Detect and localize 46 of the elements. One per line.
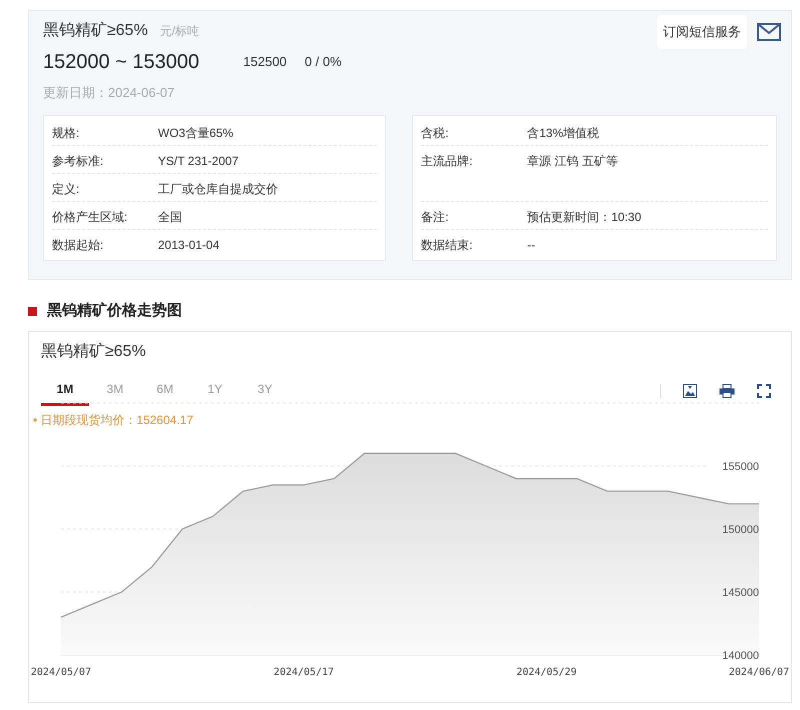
range-tab[interactable]: 3M bbox=[91, 376, 139, 406]
range-tab[interactable]: 1M bbox=[41, 376, 89, 406]
field-value: 章源 江钨 五矿等 bbox=[527, 152, 618, 170]
field-label: 主流品牌: bbox=[421, 152, 474, 170]
range-tab[interactable]: 6M bbox=[141, 376, 189, 406]
chart-title: 黑钨精矿≥65% bbox=[41, 342, 147, 362]
field-label: 规格: bbox=[52, 124, 80, 142]
price-change: 0 / 0% bbox=[304, 53, 342, 72]
x-axis-label: 2024/06/07 bbox=[728, 666, 790, 678]
mail-icon[interactable] bbox=[757, 23, 781, 41]
unit-label: 元/标吨 bbox=[160, 23, 200, 40]
field-label: 参考标准: bbox=[52, 152, 104, 170]
x-axis-label: 2024/05/17 bbox=[274, 666, 334, 678]
y-axis-label: 155000 bbox=[722, 460, 759, 472]
field-label: 数据起始: bbox=[52, 236, 104, 254]
field-value: 全国 bbox=[158, 208, 182, 226]
x-axis-label: 2024/05/29 bbox=[516, 666, 577, 678]
image-download-icon[interactable] bbox=[683, 384, 697, 398]
y-axis-label: 145000 bbox=[722, 586, 759, 598]
range-tab[interactable]: 3Y bbox=[241, 376, 289, 406]
field-value: 2013-01-04 bbox=[158, 236, 220, 254]
y-axis-label: 150000 bbox=[722, 524, 759, 536]
fullscreen-icon[interactable] bbox=[757, 384, 771, 398]
section-title: 黑钨精矿价格走势图 bbox=[47, 301, 182, 321]
field-value: 工厂或仓库自提成交价 bbox=[158, 180, 278, 198]
subscribe-button[interactable]: 订阅短信服务 bbox=[657, 15, 747, 49]
field-label: 备注: bbox=[421, 208, 450, 226]
field-value: -- bbox=[527, 236, 536, 254]
field-value: YS/T 231-2007 bbox=[158, 152, 239, 170]
average-price: 152500 bbox=[243, 53, 287, 72]
field-label: 价格产生区域: bbox=[52, 208, 128, 226]
y-axis-label: 140000 bbox=[722, 650, 759, 662]
field-label: 数据结束: bbox=[421, 236, 474, 254]
field-label: 含税: bbox=[421, 124, 450, 142]
section-marker-icon bbox=[28, 306, 37, 316]
update-date: 更新日期：2024-06-07 bbox=[43, 84, 176, 102]
field-label: 定义: bbox=[52, 180, 80, 198]
field-value: 含13%增值税 bbox=[527, 124, 600, 142]
print-icon[interactable] bbox=[719, 384, 735, 398]
field-value: WO3含量65% bbox=[158, 124, 234, 142]
x-axis-label: 2024/05/07 bbox=[30, 666, 92, 678]
price-range: 152000 ~ 153000 bbox=[43, 50, 200, 75]
product-title: 黑钨精矿≥65% bbox=[43, 20, 148, 41]
average-price-note: • 日期段现货均价：152604.17 bbox=[33, 412, 194, 428]
range-tab[interactable]: 1Y bbox=[191, 376, 239, 406]
field-value: 预估更新时间：10:30 bbox=[527, 208, 642, 226]
